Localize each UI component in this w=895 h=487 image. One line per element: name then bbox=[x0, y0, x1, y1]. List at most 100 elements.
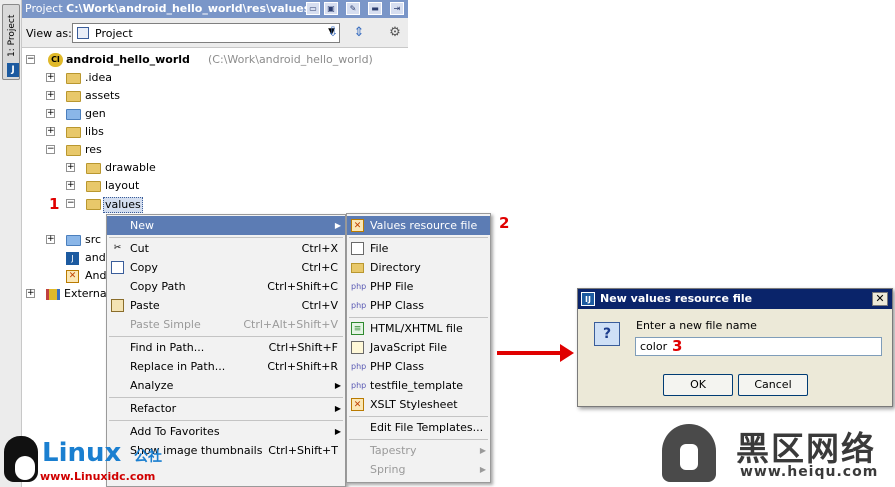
ok-button[interactable]: OK bbox=[663, 374, 733, 396]
project-title: Project C:\Work\android_hello_world\res\… bbox=[25, 2, 310, 15]
cancel-button[interactable]: Cancel bbox=[738, 374, 808, 396]
minimize-icon[interactable]: ▬ bbox=[368, 2, 382, 15]
tree-item-label: assets bbox=[85, 89, 121, 102]
view-as-select[interactable]: Project ▼ bbox=[72, 23, 340, 43]
open-folder-icon bbox=[66, 145, 81, 156]
menu-item-replace-in-path[interactable]: Replace in Path... Ctrl+Shift+R bbox=[107, 357, 345, 376]
javascript-file-icon bbox=[351, 341, 364, 354]
collapse-all-icon[interactable]: ⇕ bbox=[350, 24, 368, 42]
hide-icon[interactable]: ⇥ bbox=[390, 2, 404, 15]
tree-item-label-selected: values bbox=[103, 197, 143, 213]
close-icon[interactable]: ✕ bbox=[872, 292, 888, 306]
submenu-item-spring[interactable]: Spring ▶ bbox=[347, 460, 490, 479]
submenu-item-file[interactable]: File bbox=[347, 239, 490, 258]
menu-item-paste[interactable]: Paste Ctrl+V bbox=[107, 296, 345, 315]
menu-item-shortcut: Ctrl+Shift+F bbox=[268, 341, 338, 354]
expand-icon[interactable]: + bbox=[46, 109, 55, 118]
heiqu-watermark: 黑区网络 www.heiqu.com bbox=[660, 422, 895, 487]
folder-icon bbox=[86, 181, 101, 192]
folder-icon bbox=[351, 263, 364, 273]
menu-item-label: Refactor bbox=[130, 402, 177, 415]
menu-item-label: JavaScript File bbox=[370, 341, 448, 354]
float-mode-icon[interactable]: ▭ bbox=[306, 2, 320, 15]
submenu-item-directory[interactable]: Directory bbox=[347, 258, 490, 277]
project-title-bar: Project C:\Work\android_hello_world\res\… bbox=[22, 0, 408, 18]
submenu-item-html-file[interactable]: ≡ HTML/XHTML file bbox=[347, 319, 490, 338]
php-class-icon: php bbox=[351, 362, 367, 371]
menu-item-analyze[interactable]: Analyze ▶ bbox=[107, 376, 345, 395]
expand-icon[interactable]: + bbox=[66, 181, 75, 190]
submenu-item-javascript-file[interactable]: JavaScript File bbox=[347, 338, 490, 357]
submenu-item-php-class[interactable]: php PHP Class bbox=[347, 296, 490, 315]
module-icon: CI bbox=[48, 53, 63, 67]
expand-icon[interactable]: + bbox=[46, 235, 55, 244]
menu-separator bbox=[109, 336, 343, 337]
collapse-icon[interactable]: − bbox=[46, 145, 55, 154]
menu-item-label: Find in Path... bbox=[130, 341, 205, 354]
expand-icon[interactable]: + bbox=[66, 163, 75, 172]
menu-item-copy[interactable]: Copy Ctrl+C bbox=[107, 258, 345, 277]
menu-item-shortcut: Ctrl+X bbox=[301, 242, 338, 255]
menu-separator bbox=[109, 237, 343, 238]
heiqu-logo-stem bbox=[680, 444, 698, 470]
menu-item-label: Cut bbox=[130, 242, 149, 255]
menu-item-refactor[interactable]: Refactor ▶ bbox=[107, 399, 345, 418]
project-tool-tab[interactable]: 1: Project J bbox=[2, 4, 20, 80]
submenu-item-php-file[interactable]: php PHP File bbox=[347, 277, 490, 296]
menu-item-label: Copy Path bbox=[130, 280, 186, 293]
collapse-icon[interactable]: − bbox=[26, 55, 35, 64]
title-prefix: Project bbox=[25, 2, 67, 15]
submenu-arrow-icon: ▶ bbox=[479, 465, 486, 474]
submenu-item-edit-file-templates[interactable]: Edit File Templates... bbox=[347, 418, 490, 437]
copy-icon bbox=[111, 261, 124, 274]
watermark-linux-text: Linux bbox=[42, 438, 122, 468]
menu-item-label: testfile_template bbox=[370, 379, 464, 392]
watermark-heiqu-text: 黑区网络 bbox=[736, 429, 876, 468]
menu-item-copy-path[interactable]: Copy Path Ctrl+Shift+C bbox=[107, 277, 345, 296]
menu-item-cut[interactable]: ✂ Cut Ctrl+X bbox=[107, 239, 345, 258]
new-values-resource-file-dialog: IJ New values resource file ✕ ? Enter a … bbox=[577, 288, 893, 407]
submenu-item-testfile-template[interactable]: php testfile_template bbox=[347, 376, 490, 395]
menu-separator bbox=[349, 237, 488, 238]
settings-icon[interactable]: ⚙ bbox=[386, 24, 404, 42]
submenu-item-tapestry[interactable]: Tapestry ▶ bbox=[347, 441, 490, 460]
menu-item-label: Spring bbox=[370, 463, 406, 476]
open-folder-icon bbox=[86, 199, 101, 210]
php-template-icon: php bbox=[351, 381, 367, 390]
menu-item-label: Paste Simple bbox=[130, 318, 201, 331]
menu-item-shortcut: Ctrl+C bbox=[301, 261, 338, 274]
expand-icon[interactable]: + bbox=[26, 289, 35, 298]
menu-item-find-in-path[interactable]: Find in Path... Ctrl+Shift+F bbox=[107, 338, 345, 357]
watermark-heiqu-url: www.heiqu.com bbox=[740, 464, 879, 480]
menu-item-paste-simple[interactable]: Paste Simple Ctrl+Alt+Shift+V bbox=[107, 315, 345, 334]
menu-separator bbox=[109, 397, 343, 398]
collapse-icon[interactable]: − bbox=[66, 199, 75, 208]
menu-item-label: Paste bbox=[130, 299, 160, 312]
submenu-item-values-resource-file[interactable]: ✕ Values resource file bbox=[347, 216, 490, 235]
watermark-gongshe-text: 公社 bbox=[134, 449, 162, 465]
menu-item-label: Edit File Templates... bbox=[370, 421, 484, 434]
expand-icon[interactable]: + bbox=[46, 127, 55, 136]
tree-item-label: .idea bbox=[85, 71, 113, 84]
html-file-icon: ≡ bbox=[351, 322, 364, 335]
iml-file-icon: J bbox=[66, 252, 79, 265]
expand-icon[interactable]: + bbox=[46, 91, 55, 100]
dock-mode-icon[interactable]: ▣ bbox=[324, 2, 338, 15]
menu-item-shortcut: Ctrl+Alt+Shift+V bbox=[243, 318, 338, 331]
step-marker-2: 2 bbox=[499, 214, 510, 232]
xml-file-icon: ✕ bbox=[66, 270, 79, 283]
menu-item-shortcut: Ctrl+Shift+T bbox=[268, 444, 338, 457]
menu-separator bbox=[349, 416, 488, 417]
source-folder-icon bbox=[66, 109, 81, 120]
folder-icon bbox=[66, 73, 81, 84]
submenu-item-xslt-stylesheet[interactable]: ✕ XSLT Stylesheet bbox=[347, 395, 490, 414]
menu-item-new[interactable]: New ▶ bbox=[107, 216, 345, 235]
folder-icon bbox=[86, 163, 101, 174]
scroll-from-source-icon[interactable]: ⇩ bbox=[324, 24, 342, 42]
menu-item-label: Tapestry bbox=[370, 444, 417, 457]
submenu-item-php-class-2[interactable]: php PHP Class bbox=[347, 357, 490, 376]
menu-item-label: Copy bbox=[130, 261, 158, 274]
pin-icon[interactable]: ✎ bbox=[346, 2, 360, 15]
project-tool-tab-label: 1: Project bbox=[7, 14, 17, 58]
expand-icon[interactable]: + bbox=[46, 73, 55, 82]
